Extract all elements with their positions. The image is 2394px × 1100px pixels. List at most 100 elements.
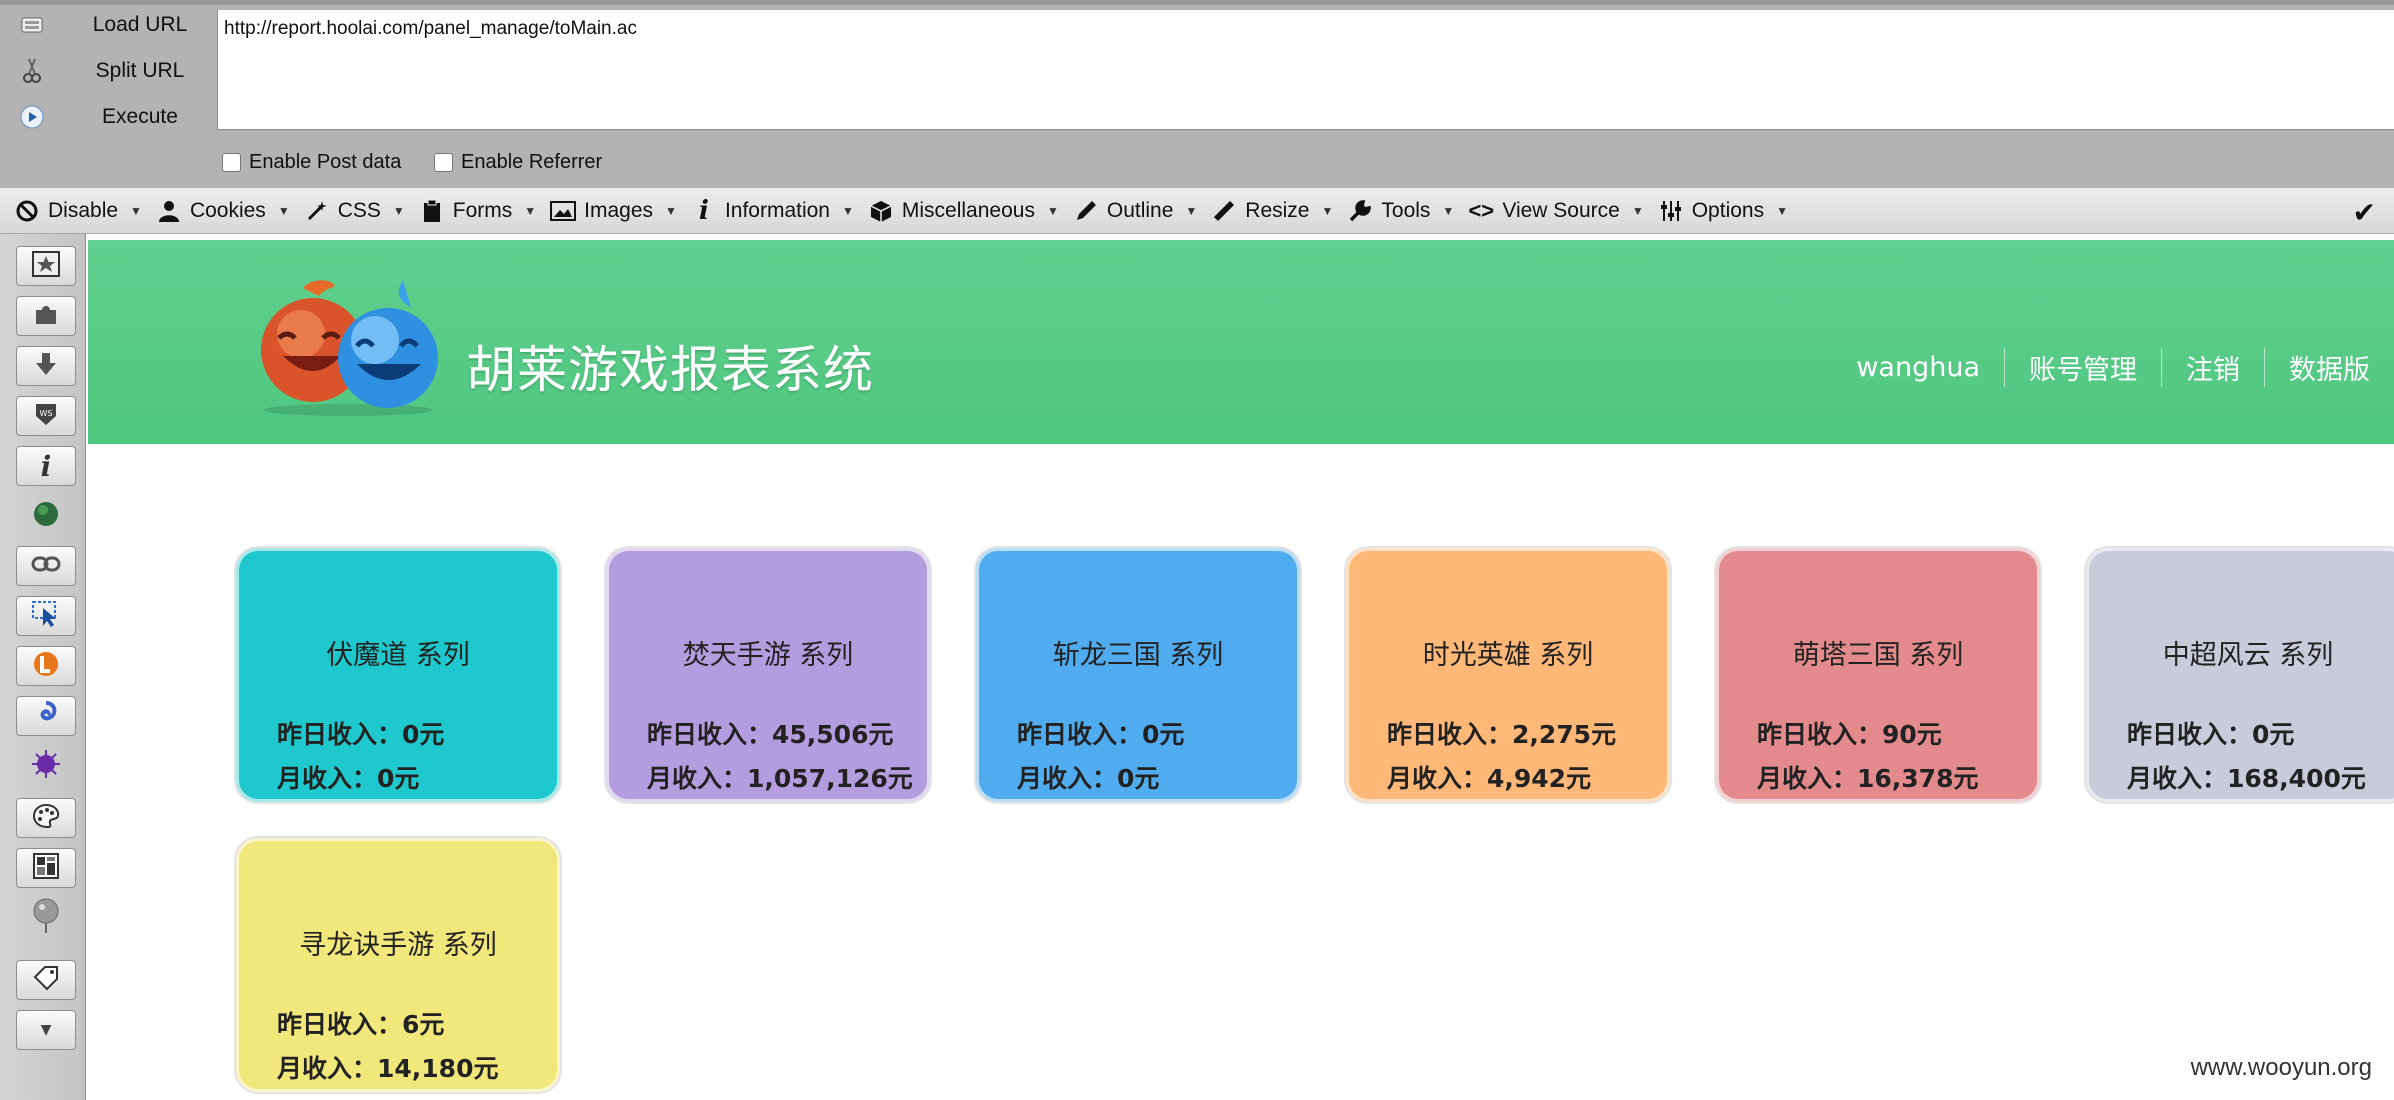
caret-icon: ▼ (130, 203, 142, 218)
nav-username[interactable]: wanghua (1832, 352, 2004, 383)
puzzle-icon (32, 300, 60, 332)
card-month-income: 月收入：16,378元 (1757, 764, 1979, 793)
palette-icon (31, 802, 61, 834)
menu-images[interactable]: Images ▼ (550, 198, 677, 224)
menu-cookies[interactable]: Cookies ▼ (156, 198, 290, 224)
card-title: 萌塔三国 系列 (1792, 640, 1964, 671)
card-yesterday-income: 昨日收入：2,275元 (1387, 720, 1617, 749)
card-month-income: 月收入：14,180元 (277, 1054, 499, 1083)
sidebar-info-button[interactable]: i (16, 446, 76, 486)
web-developer-toolbar: Disable ▼ Cookies ▼ CSS ▼ Forms ▼ Images ▼ i … (0, 188, 2394, 234)
menu-css[interactable]: CSS ▼ (304, 198, 405, 224)
menu-tools-label: Tools (1381, 198, 1431, 222)
menu-css-label: CSS (337, 198, 381, 222)
menu-miscellaneous[interactable]: Miscellaneous ▼ (868, 198, 1059, 224)
card-yesterday-income: 昨日收入：0元 (1017, 720, 1185, 749)
menu-options[interactable]: Options ▼ (1658, 198, 1788, 224)
sidebar-download-button[interactable] (16, 346, 76, 386)
game-card-fentian[interactable]: 焚天手游 系列 昨日收入：45,506元 月收入：1,057,126元 (606, 548, 930, 802)
sidebar-addons-button[interactable] (16, 296, 76, 336)
card-title: 中超风云 系列 (2162, 640, 2334, 671)
sidebar-palette-button[interactable] (16, 798, 76, 838)
caret-icon: ▼ (1631, 203, 1644, 218)
menu-miscellaneous-label: Miscellaneous (901, 198, 1035, 222)
card-month-income: 月收入：0元 (1017, 764, 1160, 793)
menu-resize[interactable]: Resize ▼ (1211, 198, 1333, 224)
down-arrow-icon (33, 351, 59, 381)
checkbox-box[interactable] (434, 153, 453, 172)
split-url-button[interactable]: Split URL (0, 49, 210, 93)
checkbox-box[interactable] (222, 153, 241, 172)
sidebar-ws-button[interactable]: WS (16, 396, 76, 436)
load-url-icon (18, 11, 46, 39)
caret-icon: ▼ (1442, 203, 1455, 218)
menu-resize-label: Resize (1245, 198, 1310, 222)
menu-cookies-label: Cookies (189, 198, 266, 222)
addon-sidebar: WS i ▼ (0, 234, 86, 1100)
menu-forms-label: Forms (452, 198, 513, 222)
shield-icon: WS (32, 400, 60, 432)
caret-icon: ▼ (1776, 203, 1788, 218)
menu-information[interactable]: i Information ▼ (691, 195, 854, 226)
menu-tools[interactable]: Tools ▼ (1347, 198, 1454, 224)
menu-view-source[interactable]: <> View Source ▼ (1468, 198, 1643, 224)
sliders-icon (1658, 198, 1684, 224)
menu-forms[interactable]: Forms ▼ (419, 198, 536, 224)
sidebar-tag-button[interactable] (16, 960, 76, 1000)
ruler-icon (1211, 198, 1237, 224)
cursor-select-icon (31, 600, 61, 632)
card-yesterday-income: 昨日收入：45,506元 (647, 720, 894, 749)
sidebar-link-button[interactable] (16, 546, 76, 586)
execute-label: Execute (102, 105, 178, 128)
nav-logout[interactable]: 注销 (2161, 348, 2264, 387)
url-input[interactable]: http://report.hoolai.com/panel_manage/to… (217, 10, 2394, 130)
enable-referrer-label: Enable Referrer (461, 151, 603, 173)
sidebar-swirl-button[interactable] (16, 696, 76, 736)
game-card-zhongchao[interactable]: 中超风云 系列 昨日收入：0元 月收入：168,400元 (2086, 548, 2394, 802)
card-title: 斩龙三国 系列 (1052, 640, 1224, 671)
page-header: 胡莱游戏报表系统 wanghua 账号管理 注销 数据版 (88, 240, 2394, 444)
sidebar-globe-button[interactable] (16, 496, 76, 536)
menu-view-source-label: View Source (1502, 198, 1620, 222)
menu-options-label: Options (1691, 198, 1765, 222)
site-title: 胡莱游戏报表系统 (466, 341, 874, 399)
game-card-xunlongjue[interactable]: 寻龙诀手游 系列 昨日收入：6元 月收入：14,180元 (236, 838, 560, 1092)
sidebar-balloon-button[interactable] (16, 898, 76, 938)
card-month-income: 月收入：1,057,126元 (647, 764, 913, 793)
card-title: 时光英雄 系列 (1422, 640, 1594, 671)
sidebar-select-button[interactable] (16, 596, 76, 636)
nav-account-management[interactable]: 账号管理 (2004, 348, 2161, 387)
game-card-shiguang[interactable]: 时光英雄 系列 昨日收入：2,275元 月收入：4,942元 (1346, 548, 1670, 802)
caret-icon: ▼ (842, 203, 854, 218)
card-title: 寻龙诀手游 系列 (299, 930, 497, 961)
sidebar-more-button[interactable]: ▼ (16, 1010, 76, 1050)
game-card-zhanlong[interactable]: 斩龙三国 系列 昨日收入：0元 月收入：0元 (976, 548, 1300, 802)
sidebar-firebug-button[interactable] (16, 646, 76, 686)
chain-link-icon (31, 554, 61, 578)
grid-layout-icon (32, 852, 60, 884)
clipboard-icon (419, 198, 445, 224)
menu-disable[interactable]: Disable ▼ (14, 198, 142, 224)
menu-outline[interactable]: Outline ▼ (1073, 198, 1197, 224)
sidebar-bug-button[interactable] (16, 746, 76, 786)
checkmark-icon[interactable]: ✔ (2353, 196, 2376, 229)
menu-disable-label: Disable (48, 198, 119, 222)
nav-data-version[interactable]: 数据版 (2264, 348, 2394, 387)
enable-referrer-checkbox[interactable]: Enable Referrer (434, 151, 602, 174)
sidebar-bookmark-button[interactable] (16, 246, 76, 286)
chevron-down-icon: ▼ (40, 1022, 52, 1038)
load-url-button[interactable]: Load URL (0, 3, 210, 47)
purple-bug-icon (30, 748, 62, 784)
game-card-fumodao[interactable]: 伏魔道 系列 昨日收入：0元 月收入：0元 (236, 548, 560, 802)
enable-post-checkbox[interactable]: Enable Post data (222, 151, 401, 174)
card-yesterday-income: 昨日收入：6元 (277, 1010, 445, 1039)
info-icon: i (698, 195, 709, 226)
scissors-icon (18, 57, 46, 85)
watermark: www.wooyun.org (2190, 1054, 2372, 1081)
execute-button[interactable]: Execute (0, 95, 210, 139)
user-icon (156, 198, 182, 224)
italic-info-icon: i (40, 449, 52, 483)
card-month-income: 月收入：0元 (277, 764, 420, 793)
game-card-mengta[interactable]: 萌塔三国 系列 昨日收入：90元 月收入：16,378元 (1716, 548, 2040, 802)
sidebar-layout-button[interactable] (16, 848, 76, 888)
